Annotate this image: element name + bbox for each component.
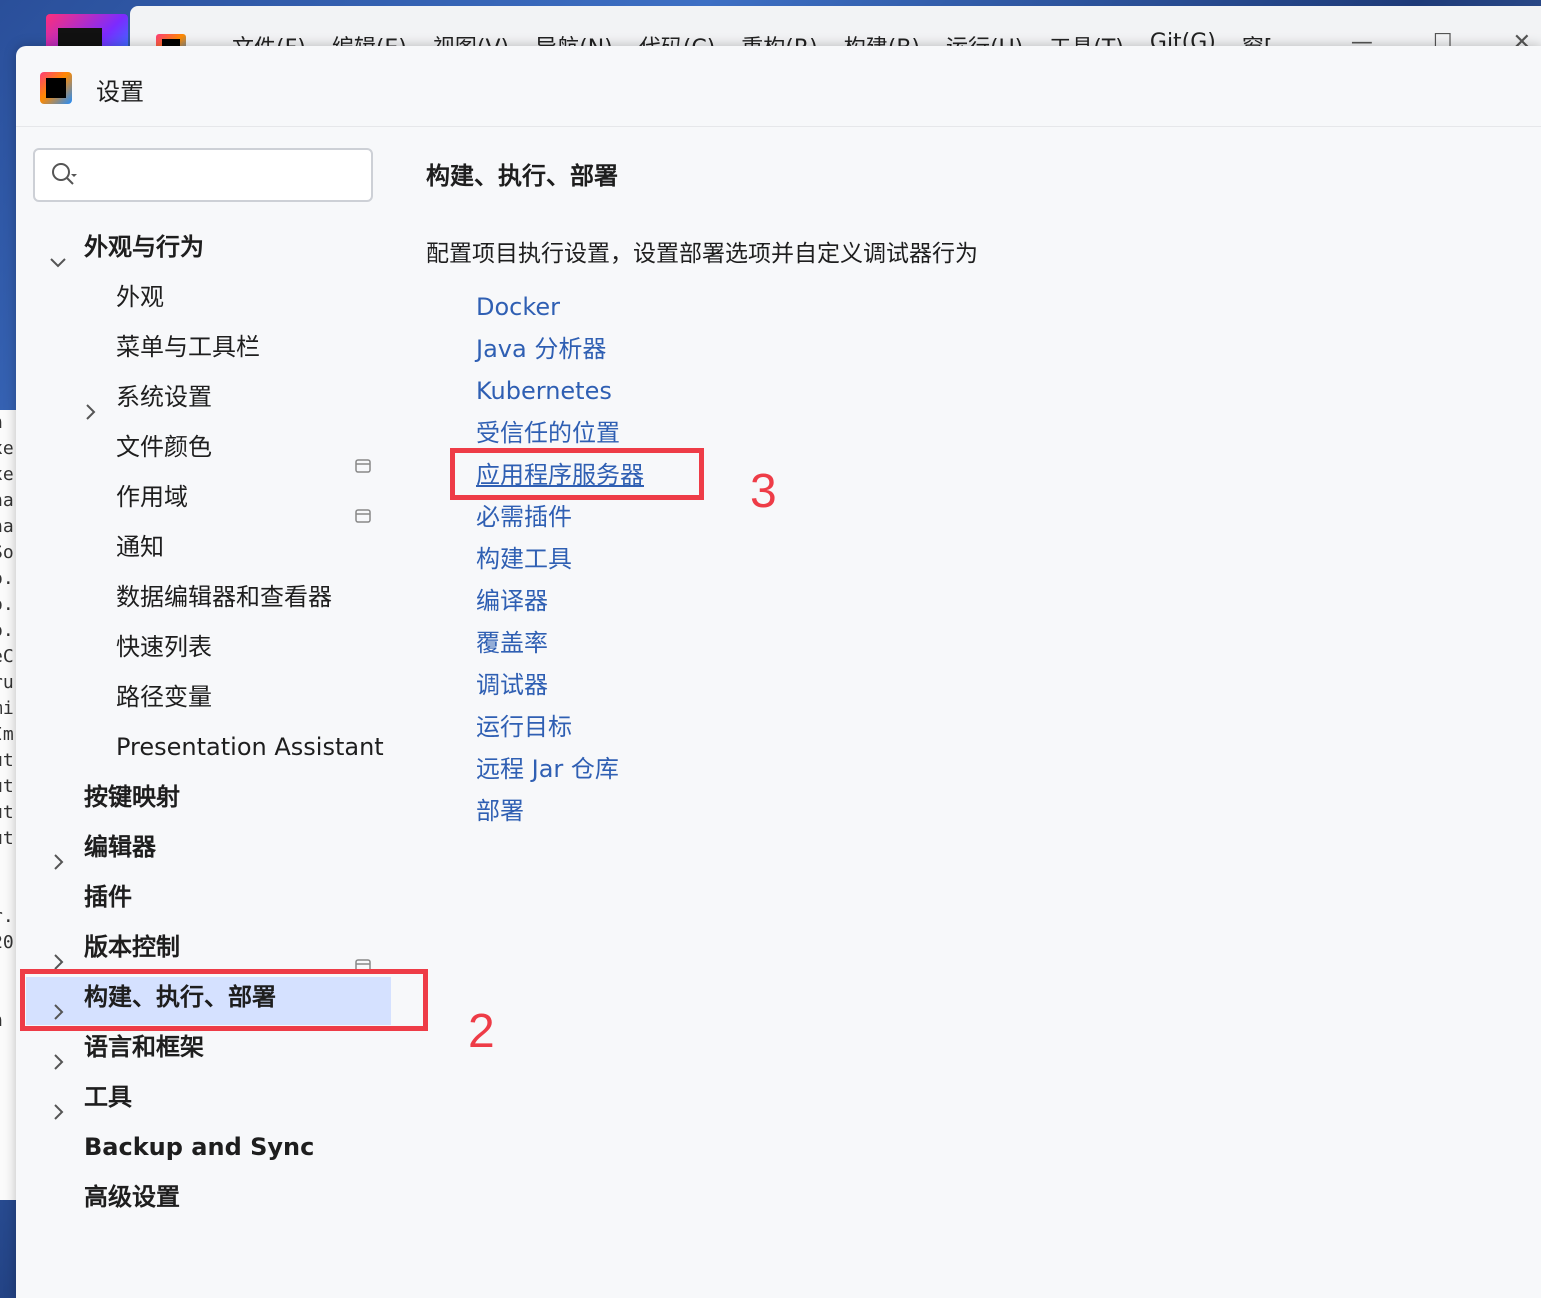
chevron-right-icon[interactable] (81, 388, 99, 420)
editor-line-fragment (0, 878, 16, 904)
sidebar-item[interactable]: 高级设置 (16, 1172, 408, 1222)
sidebar-item[interactable]: 通知 (16, 522, 408, 572)
editor-line-fragment: ut (0, 828, 14, 849)
settings-link[interactable]: 编译器 (476, 580, 548, 622)
editor-line-fragment: ut (0, 750, 14, 771)
sidebar-item-label: 文件颜色 (116, 433, 212, 461)
sidebar-item-label: 外观与行为 (84, 233, 204, 261)
chevron-right-icon[interactable] (49, 1088, 67, 1120)
background-editor-strip: nxexenanaSoo.o.o.eCrumiImututututr.20n (0, 410, 16, 1200)
sidebar-item-label: 系统设置 (116, 383, 212, 411)
editor-line-fragment: n (0, 1008, 16, 1034)
search-input[interactable] (89, 158, 363, 194)
sidebar-item[interactable]: 菜单与工具栏 (16, 322, 408, 372)
editor-line-fragment: r. (0, 906, 14, 927)
chevron-right-icon[interactable] (49, 938, 67, 970)
sidebar-item-label: 按键映射 (84, 783, 180, 811)
editor-line-fragment (0, 982, 16, 1008)
sidebar-item[interactable]: 系统设置 (16, 372, 408, 422)
settings-link[interactable]: Kubernetes (476, 370, 612, 412)
sidebar-item-label: 快速列表 (116, 633, 212, 661)
editor-line-fragment: o. (0, 594, 14, 615)
sidebar-item[interactable]: Presentation Assistant (16, 722, 408, 772)
settings-link[interactable]: Docker (476, 286, 560, 328)
annotation-number-2: 2 (468, 1005, 495, 1058)
editor-line-fragment: na (0, 516, 14, 537)
sidebar-item-label: 版本控制 (84, 933, 180, 961)
settings-link[interactable]: 调试器 (476, 664, 548, 706)
sidebar-item[interactable]: 按键映射 (16, 772, 408, 822)
settings-link[interactable]: 构建工具 (476, 538, 572, 580)
editor-line-fragment: Im (0, 724, 14, 745)
chevron-down-icon[interactable] (49, 238, 67, 268)
annotation-number-3: 3 (750, 465, 777, 518)
chevron-right-icon[interactable] (49, 1038, 67, 1070)
intellij-app-icon (40, 72, 72, 104)
editor-line-fragment (0, 956, 16, 982)
editor-line-fragment: 20 (0, 932, 14, 953)
editor-line-fragment: ut (0, 802, 14, 823)
sidebar-item[interactable]: 作用域 (16, 472, 408, 523)
sidebar-item[interactable]: 外观与行为 (16, 222, 408, 272)
sidebar-item-label: 插件 (84, 883, 132, 911)
editor-line-fragment: xe (0, 464, 14, 485)
annotation-box-3 (450, 448, 704, 500)
sidebar-item[interactable]: 快速列表 (16, 622, 408, 672)
sidebar-item-label: 作用域 (116, 483, 188, 511)
sidebar-item[interactable]: 工具 (16, 1072, 408, 1122)
editor-line-fragment: o. (0, 620, 14, 641)
sidebar-item[interactable]: 插件 (16, 872, 408, 922)
sidebar-item-label: 编辑器 (84, 833, 156, 861)
editor-line-fragment: eC (0, 646, 14, 667)
sidebar-item-label: 高级设置 (84, 1183, 180, 1211)
section-description: 配置项目执行设置，设置部署选项并自定义调试器行为 (426, 241, 978, 267)
settings-search-box[interactable] (33, 148, 373, 202)
editor-line-fragment: o. (0, 568, 14, 589)
editor-line-fragment: na (0, 490, 14, 511)
editor-line-fragment: So (0, 542, 14, 563)
project-level-icon (355, 440, 371, 473)
settings-link[interactable]: 远程 Jar 仓库 (476, 748, 619, 790)
project-level-icon (355, 490, 371, 523)
sidebar-item-label: 工具 (84, 1083, 132, 1111)
sidebar-item-label: Backup and Sync (84, 1133, 315, 1161)
section-title: 构建、执行、部署 (426, 162, 618, 190)
sidebar-item-label: 路径变量 (116, 683, 212, 711)
settings-link[interactable]: 必需插件 (476, 496, 572, 538)
editor-line-fragment: xe (0, 438, 14, 459)
settings-link[interactable]: 运行目标 (476, 706, 572, 748)
editor-line-fragment: n (0, 410, 16, 436)
sidebar-item-label: Presentation Assistant (116, 733, 384, 761)
sidebar-item-label: 外观 (116, 283, 164, 311)
sidebar-item[interactable]: 版本控制 (16, 922, 408, 973)
sidebar-item-label: 菜单与工具栏 (116, 333, 260, 361)
search-icon[interactable] (51, 162, 77, 188)
sidebar-item-label: 通知 (116, 533, 164, 561)
annotation-box-2 (20, 969, 428, 1031)
settings-dialog: 设置 外观与行为外观菜单与工具栏 系统设置文件颜色作用域通知数据编辑器和查看器 快速… (16, 46, 1541, 1298)
project-level-icon (355, 940, 371, 973)
editor-line-fragment: ut (0, 776, 14, 797)
sidebar-item[interactable]: 外观 (16, 272, 408, 322)
dialog-title: 设置 (96, 78, 144, 106)
editor-line-fragment: ru (0, 672, 14, 693)
sidebar-item[interactable]: 数据编辑器和查看器 (16, 572, 408, 622)
dialog-titlebar: 设置 (16, 46, 1541, 127)
settings-link[interactable]: 覆盖率 (476, 622, 548, 664)
chevron-right-icon[interactable] (49, 838, 67, 870)
sidebar-item[interactable]: 路径变量 (16, 672, 408, 722)
editor-line-fragment: mi (0, 698, 14, 719)
sidebar-item[interactable]: 文件颜色 (16, 422, 408, 473)
settings-link[interactable]: 部署 (476, 790, 524, 832)
sidebar-item[interactable]: 编辑器 (16, 822, 408, 872)
sidebar-item-label: 数据编辑器和查看器 (116, 583, 332, 611)
editor-line-fragment (0, 852, 16, 878)
sidebar-item[interactable]: Backup and Sync (16, 1122, 408, 1172)
settings-link[interactable]: Java 分析器 (476, 328, 606, 370)
